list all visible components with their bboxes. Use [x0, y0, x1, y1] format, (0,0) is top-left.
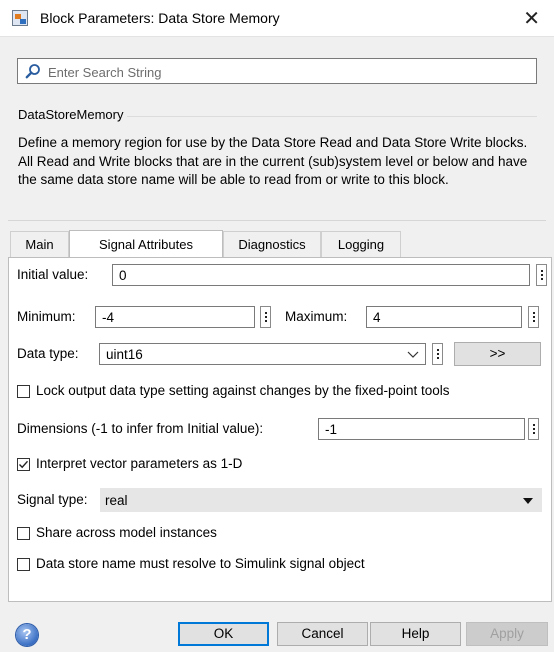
- chevron-down-icon: [407, 351, 419, 358]
- signal-type-label: Signal type:: [17, 492, 88, 507]
- tab-signal-attributes[interactable]: Signal Attributes: [69, 230, 223, 259]
- lock-checkbox[interactable]: [17, 385, 30, 398]
- maximum-menu-icon[interactable]: [528, 306, 539, 328]
- data-type-label: Data type:: [17, 346, 79, 361]
- tab-main[interactable]: Main: [10, 231, 69, 258]
- data-type-menu-icon[interactable]: [432, 343, 443, 365]
- block-name: DataStoreMemory: [18, 107, 128, 122]
- share-checkbox[interactable]: [17, 527, 30, 540]
- window-title: Block Parameters: Data Store Memory: [40, 10, 280, 26]
- group-divider: [104, 116, 537, 117]
- lock-label: Lock output data type setting against ch…: [36, 383, 450, 398]
- data-type-assistant-button[interactable]: >>: [454, 342, 541, 366]
- dimensions-menu-icon[interactable]: [528, 418, 539, 440]
- block-description: Define a memory region for use by the Da…: [18, 135, 528, 187]
- tab-logging[interactable]: Logging: [321, 231, 401, 258]
- section-divider: [8, 220, 546, 221]
- dimensions-field[interactable]: [318, 418, 525, 440]
- maximum-label: Maximum:: [285, 309, 348, 324]
- resolve-checkbox[interactable]: [17, 558, 30, 571]
- minimum-field[interactable]: [95, 306, 255, 328]
- data-type-value: uint16: [106, 347, 143, 362]
- help-icon[interactable]: ?: [16, 624, 38, 646]
- maximum-field[interactable]: [366, 306, 522, 328]
- interpret-checkbox[interactable]: [17, 458, 30, 471]
- dropdown-arrow-icon: [523, 498, 533, 504]
- help-button[interactable]: Help: [370, 622, 461, 646]
- search-icon: [25, 64, 40, 79]
- ok-button[interactable]: OK: [178, 622, 269, 646]
- initial-value-label: Initial value:: [17, 267, 89, 282]
- simulink-block-icon: [12, 10, 28, 26]
- initial-value-menu-icon[interactable]: [536, 264, 547, 286]
- minimum-menu-icon[interactable]: [260, 306, 271, 328]
- checkmark-icon: [19, 460, 29, 469]
- minimum-label: Minimum:: [17, 309, 76, 324]
- initial-value-input[interactable]: [113, 265, 529, 285]
- title-bar: Block Parameters: Data Store Memory ✕: [0, 0, 554, 37]
- interpret-label: Interpret vector parameters as 1-D: [36, 456, 243, 471]
- initial-value-field[interactable]: [112, 264, 530, 286]
- signal-type-select[interactable]: real: [100, 488, 542, 512]
- share-label: Share across model instances: [36, 525, 217, 540]
- close-icon[interactable]: ✕: [523, 6, 540, 31]
- dimensions-input[interactable]: [319, 419, 524, 439]
- tab-diagnostics[interactable]: Diagnostics: [223, 231, 321, 258]
- apply-button[interactable]: Apply: [466, 622, 548, 646]
- signal-type-value: real: [105, 493, 128, 508]
- search-input[interactable]: [46, 62, 530, 82]
- search-box[interactable]: [17, 58, 537, 84]
- maximum-input[interactable]: [367, 307, 521, 327]
- dimensions-label: Dimensions (-1 to infer from Initial val…: [17, 421, 264, 436]
- minimum-input[interactable]: [96, 307, 254, 327]
- cancel-button[interactable]: Cancel: [277, 622, 368, 646]
- data-type-select[interactable]: uint16: [99, 343, 426, 365]
- resolve-label: Data store name must resolve to Simulink…: [36, 556, 365, 571]
